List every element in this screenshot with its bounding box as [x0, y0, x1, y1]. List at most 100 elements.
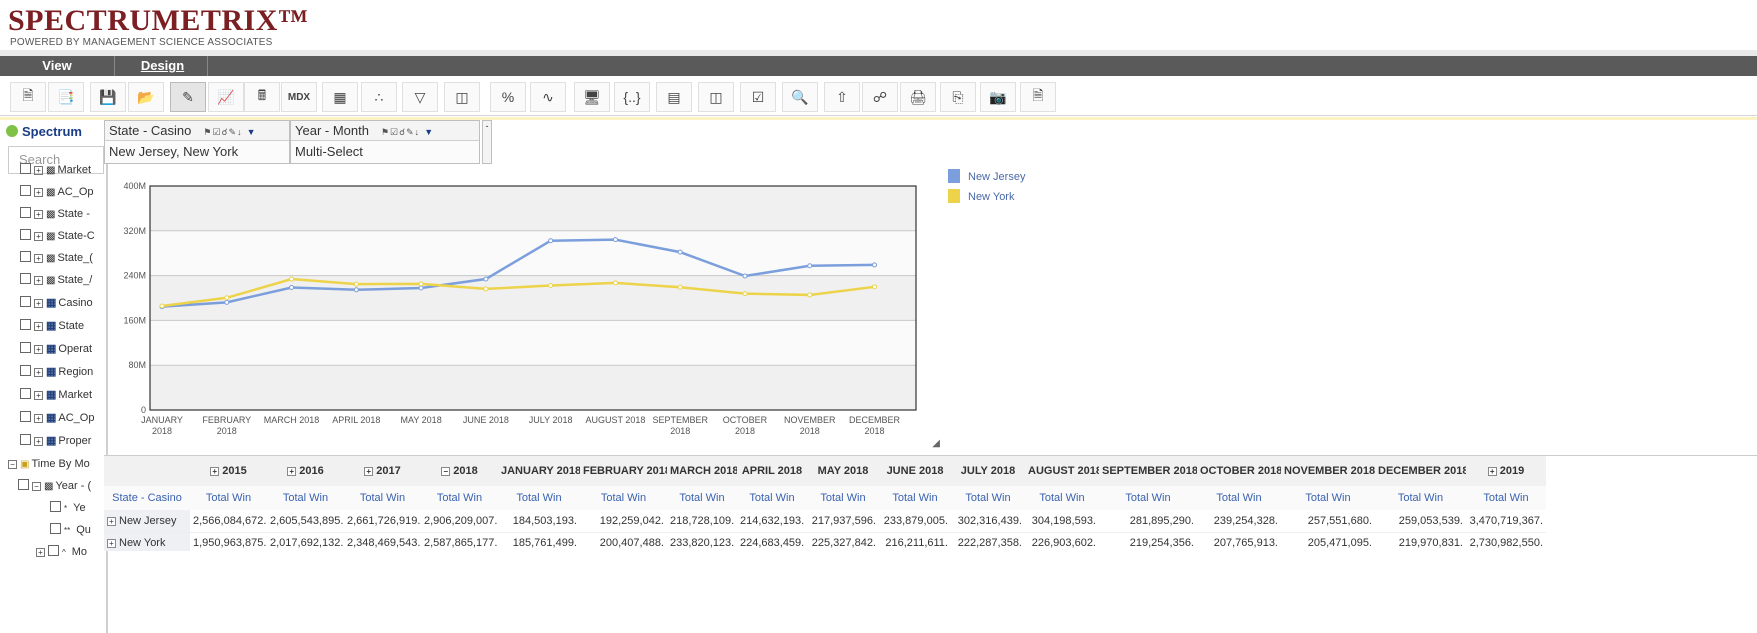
search-icon[interactable]: 🔍: [782, 82, 818, 112]
column-header[interactable]: +2015: [190, 456, 267, 486]
scatter-icon[interactable]: ∴: [361, 82, 397, 112]
filter-icon[interactable]: ▽: [402, 82, 438, 112]
checkbox[interactable]: [50, 523, 61, 534]
tree-item[interactable]: + ▩ State-C: [20, 226, 95, 246]
new-report-icon[interactable]: 🗎: [10, 82, 46, 112]
checkbox[interactable]: [18, 479, 29, 490]
grid-icon[interactable]: ▤: [656, 82, 692, 112]
column-header[interactable]: +2016: [267, 456, 344, 486]
checkbox[interactable]: [20, 273, 31, 284]
tree-item[interactable]: + ▩ State -: [20, 204, 90, 224]
legend-item-new-jersey[interactable]: New Jersey: [948, 168, 1068, 188]
tree-item[interactable]: + ▦ Market: [20, 385, 92, 405]
legend-item-new-york[interactable]: New York: [948, 188, 1068, 208]
expand-icon[interactable]: +: [34, 368, 43, 377]
row-header[interactable]: + New York: [104, 532, 190, 551]
checkbox[interactable]: [20, 365, 31, 376]
folder-icon[interactable]: 📂: [128, 82, 164, 112]
checkbox[interactable]: [20, 434, 31, 445]
chevron-down-icon[interactable]: ▼: [247, 127, 256, 137]
filter-value[interactable]: New Jersey, New York: [105, 141, 289, 163]
screen-icon[interactable]: 🖥: [574, 82, 610, 112]
checkbox[interactable]: [20, 342, 31, 353]
tree-item[interactable]: + ▦ Region: [20, 362, 93, 382]
tree-item[interactable]: + ▦ State: [20, 316, 84, 336]
checkbox[interactable]: [20, 388, 31, 399]
camera-icon[interactable]: 📷: [980, 82, 1016, 112]
filter-state-casino[interactable]: State - Casino ⚑☑☌✎↓ ▼ New Jersey, New Yor…: [104, 120, 290, 164]
expand-icon[interactable]: +: [287, 467, 297, 476]
filter-tools-icon[interactable]: ⚑☑☌✎↓: [203, 127, 242, 137]
checkbox[interactable]: [50, 501, 61, 512]
checkbox[interactable]: [20, 411, 31, 422]
column-header[interactable]: +2019: [1466, 456, 1546, 486]
tree-item[interactable]: + ▦ AC_Op: [20, 408, 94, 428]
tree-item[interactable]: + ▦ Operat: [20, 339, 92, 359]
menu-view[interactable]: View: [0, 56, 115, 76]
expand-icon[interactable]: +: [34, 437, 43, 446]
tree-item[interactable]: + ▩ Market: [20, 160, 91, 180]
column-icon[interactable]: ◫: [698, 82, 734, 112]
expand-icon[interactable]: +: [34, 210, 43, 219]
checkbox[interactable]: [20, 296, 31, 307]
cube-title[interactable]: Spectrum: [6, 124, 82, 139]
open-report-icon[interactable]: 📑: [48, 82, 84, 112]
mdx-button[interactable]: MDX: [281, 82, 317, 112]
row-header[interactable]: + New Jersey: [104, 510, 190, 533]
checkbox[interactable]: [20, 229, 31, 240]
print-icon[interactable]: 🖨: [900, 82, 936, 112]
save-icon[interactable]: 💾: [90, 82, 126, 112]
collapse-icon[interactable]: −: [441, 467, 451, 476]
checkbox[interactable]: [20, 185, 31, 196]
level-item[interactable]: * Ye: [50, 498, 86, 518]
tree-item[interactable]: + ▩ State_/: [20, 270, 92, 290]
expand-icon[interactable]: +: [107, 516, 116, 526]
level-item[interactable]: ** Qu: [50, 520, 91, 540]
collapse-icon[interactable]: −: [8, 460, 17, 469]
chevron-down-icon[interactable]: ▼: [424, 127, 433, 137]
document-icon[interactable]: 🗎: [1020, 82, 1056, 112]
checkbox[interactable]: [20, 251, 31, 262]
expand-icon[interactable]: +: [34, 391, 43, 400]
expand-icon[interactable]: +: [34, 276, 43, 285]
expand-icon[interactable]: +: [34, 254, 43, 263]
export-icon[interactable]: ⇧: [824, 82, 860, 112]
level-item[interactable]: + ^ Mo: [36, 542, 87, 562]
checkbox[interactable]: [20, 319, 31, 330]
expand-icon[interactable]: +: [34, 345, 43, 354]
layer-filter-icon[interactable]: ◫: [444, 82, 480, 112]
percent-icon[interactable]: %: [490, 82, 526, 112]
filter-tools-icon[interactable]: ⚑☑☌✎↓: [381, 127, 420, 137]
filter-year-month[interactable]: Year - Month ⚑☑☌✎↓ ▼ Multi-Select: [290, 120, 480, 164]
checkbox[interactable]: [48, 545, 59, 556]
check-icon[interactable]: ☑: [740, 82, 776, 112]
expand-icon[interactable]: +: [34, 414, 43, 423]
trend-icon[interactable]: ∿: [530, 82, 566, 112]
year-node[interactable]: − ▩ Year - (: [18, 476, 91, 496]
table-icon[interactable]: ▦: [322, 82, 358, 112]
collapse-icon[interactable]: −: [32, 482, 41, 491]
expand-icon[interactable]: +: [107, 539, 116, 548]
checkbox[interactable]: [20, 207, 31, 218]
filter-add-slot[interactable]: -: [482, 120, 492, 164]
expand-icon[interactable]: +: [1487, 467, 1497, 476]
tree-item[interactable]: + ▦ Casino: [20, 293, 93, 313]
menu-design[interactable]: Design: [118, 56, 208, 76]
tree-item[interactable]: + ▩ AC_Op: [20, 182, 94, 202]
checkbox[interactable]: [20, 163, 31, 174]
expand-icon[interactable]: +: [36, 548, 45, 557]
edit-chart-icon[interactable]: ✎: [170, 82, 206, 112]
expand-icon[interactable]: +: [34, 232, 43, 241]
inbox-icon[interactable]: ⎘: [940, 82, 976, 112]
expand-icon[interactable]: +: [210, 467, 220, 476]
share-icon[interactable]: ☍: [862, 82, 898, 112]
tree-item[interactable]: + ▩ State_(: [20, 248, 93, 268]
chart-icon[interactable]: 📈: [208, 82, 244, 112]
expand-icon[interactable]: +: [34, 188, 43, 197]
braces-icon[interactable]: {..}: [614, 82, 650, 112]
filter-value[interactable]: Multi-Select: [291, 141, 479, 163]
expand-icon[interactable]: +: [364, 467, 374, 476]
calculator-icon[interactable]: 🖩: [244, 82, 280, 112]
column-header[interactable]: +2017: [344, 456, 421, 486]
expand-icon[interactable]: +: [34, 166, 43, 175]
